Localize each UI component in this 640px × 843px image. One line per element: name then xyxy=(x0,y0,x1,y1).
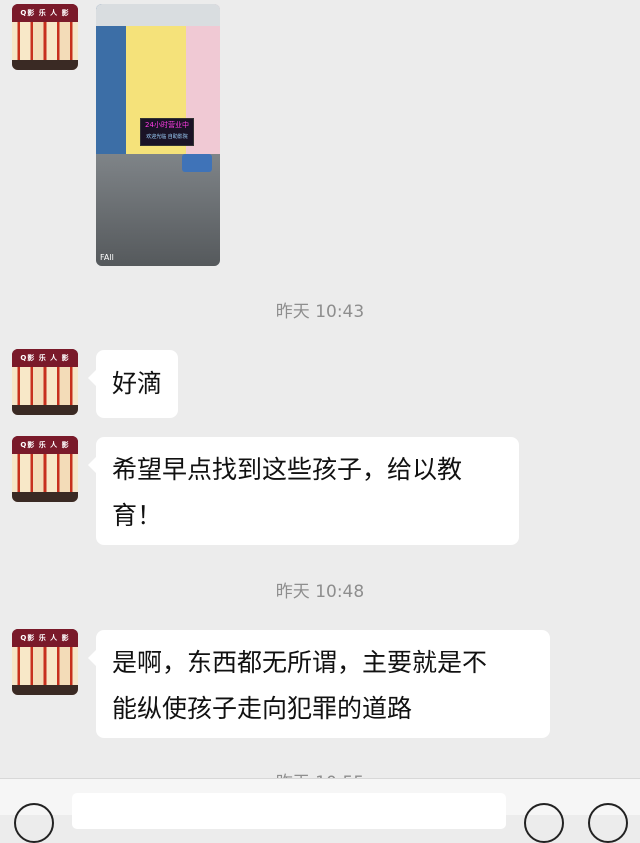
emoji-icon[interactable] xyxy=(524,803,564,843)
chat-input-bar xyxy=(0,778,640,843)
storefront-avatar-icon xyxy=(12,367,78,415)
voice-icon[interactable] xyxy=(14,803,54,843)
photo-neon-sign: 24小时营业中 欢迎光临 自助影院 xyxy=(140,118,194,146)
photo-watermark: FAll xyxy=(100,253,114,262)
message-bubble[interactable]: 好滴 xyxy=(87,350,179,418)
photo-sign-text: 24小时营业中 xyxy=(145,121,189,129)
storefront-avatar-icon xyxy=(12,454,78,502)
message-text: 好滴 xyxy=(112,369,163,398)
storefront-avatar-icon xyxy=(12,647,78,695)
contact-avatar[interactable]: Q影 乐 人 影 xyxy=(12,4,78,70)
message-bubble[interactable]: 是啊，东西都无所谓，主要就是不 能纵使孩子走向犯罪的道路 xyxy=(88,630,550,738)
photo-sign-subtext: 欢迎光临 自助影院 xyxy=(146,134,188,140)
message-bubble[interactable]: 希望早点找到这些孩子，给以教 育！ xyxy=(88,437,519,545)
contact-avatar[interactable]: Q影 乐 人 影 xyxy=(12,349,78,415)
avatar-sign-text: Q影 乐 人 影 xyxy=(12,4,78,22)
message-input[interactable] xyxy=(72,793,506,829)
message-text-line: 希望早点找到这些孩子，给以教 xyxy=(112,455,463,484)
plus-icon[interactable] xyxy=(588,803,628,843)
message-text-line: 育！ xyxy=(112,501,163,530)
avatar-sign-text: Q影 乐 人 影 xyxy=(12,629,78,647)
timestamp: 昨天 10:43 xyxy=(275,302,365,322)
contact-avatar[interactable]: Q影 乐 人 影 xyxy=(12,436,78,502)
avatar-sign-text: Q影 乐 人 影 xyxy=(12,349,78,367)
image-message[interactable]: 24小时营业中 欢迎光临 自助影院 FAll xyxy=(96,4,220,266)
message-text-line: 能纵使孩子走向犯罪的道路 xyxy=(112,694,413,723)
contact-avatar[interactable]: Q影 乐 人 影 xyxy=(12,629,78,695)
timestamp: 昨天 10:48 xyxy=(275,582,365,602)
message-text-line: 是啊，东西都无所谓，主要就是不 xyxy=(112,648,488,677)
avatar-sign-text: Q影 乐 人 影 xyxy=(12,436,78,454)
storefront-avatar-icon xyxy=(12,22,78,70)
